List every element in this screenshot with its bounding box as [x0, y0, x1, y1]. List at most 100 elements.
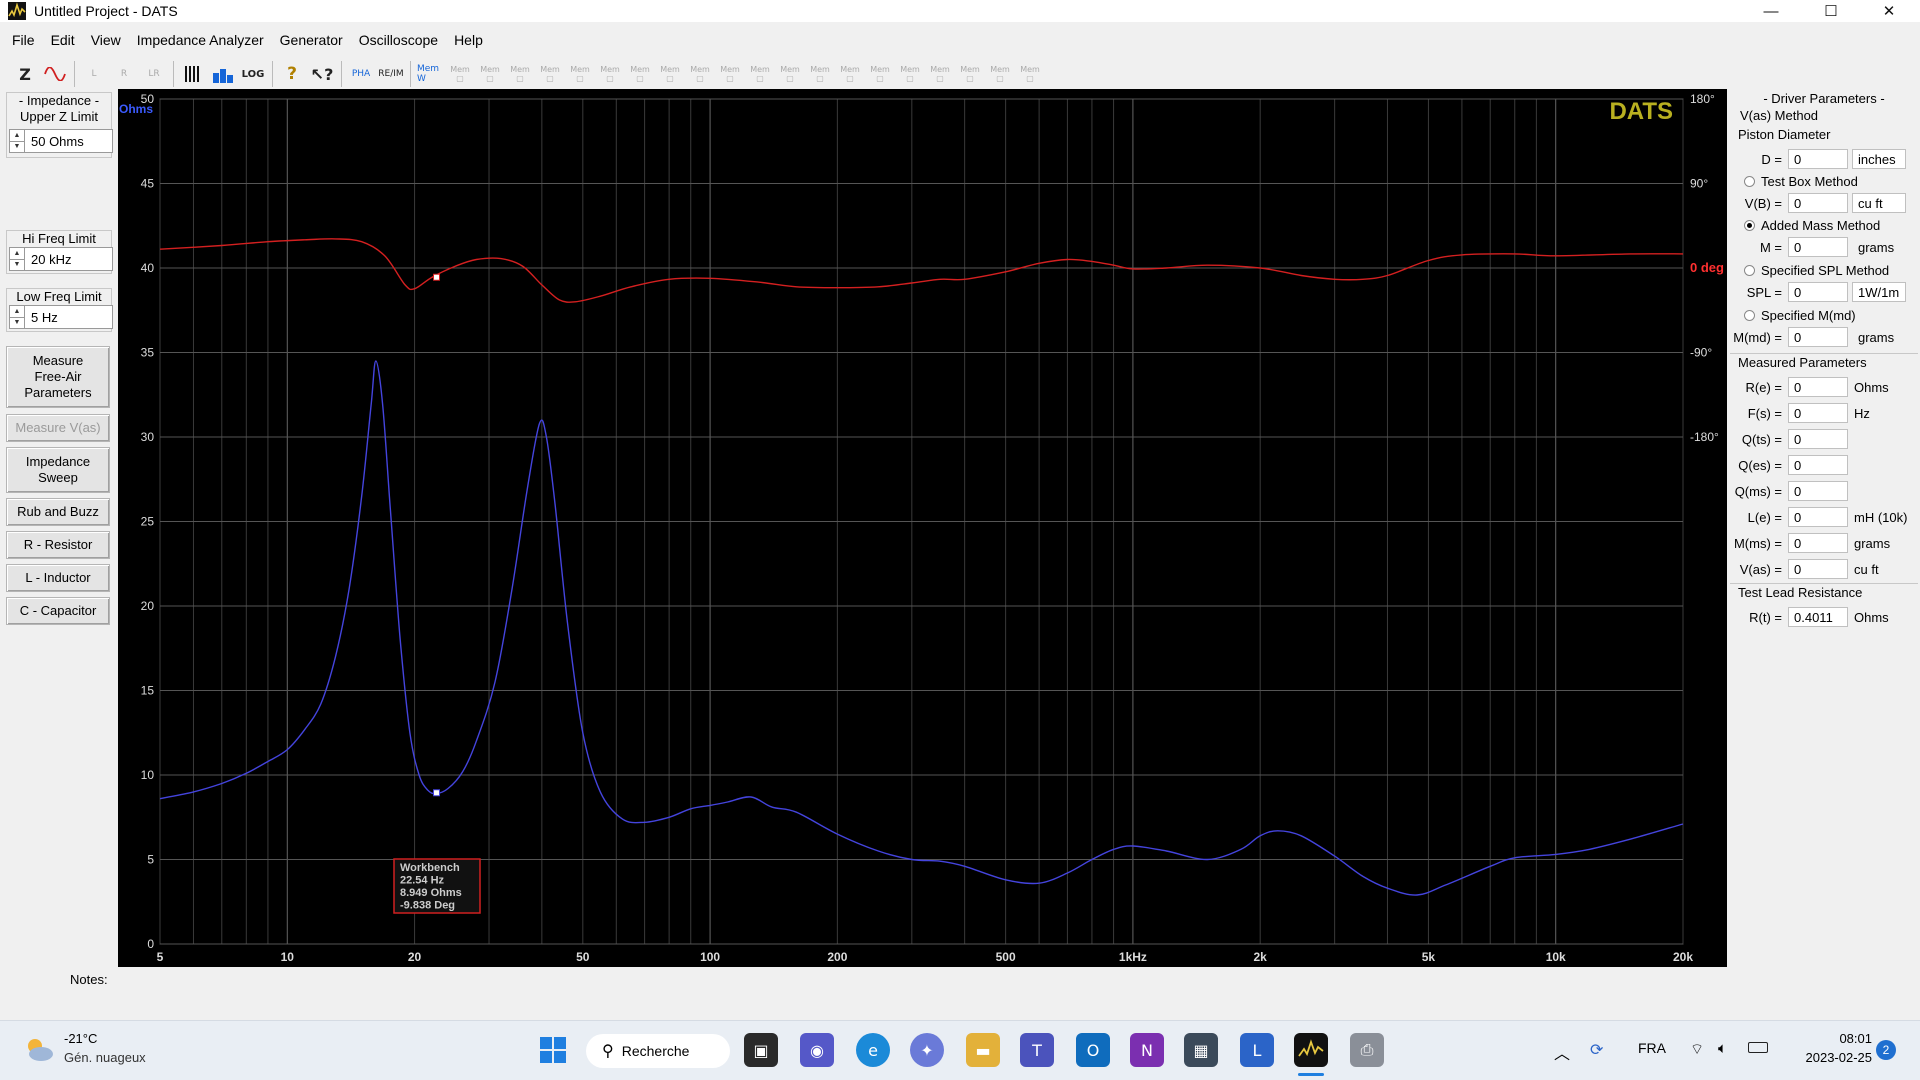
memory-slot-button[interactable]: Mem ▢	[627, 61, 653, 87]
dats-taskbar-icon[interactable]	[1294, 1033, 1328, 1067]
weather-temp[interactable]: -21°C	[64, 1031, 97, 1046]
menu-view[interactable]: View	[83, 32, 129, 48]
close-button[interactable]: ✕	[1860, 0, 1918, 22]
added-mass-radio[interactable]	[1744, 219, 1755, 231]
dats-launcher-icon[interactable]: L	[1240, 1033, 1274, 1067]
measured-param-field[interactable]: 0	[1788, 403, 1848, 423]
grid-lines-icon[interactable]	[180, 61, 206, 87]
windows-start-icon[interactable]	[536, 1033, 570, 1067]
hi-freq-limit-value[interactable]: 20 kHz	[25, 247, 113, 271]
menu-file[interactable]: File	[0, 32, 43, 48]
help-icon[interactable]: ?	[279, 61, 305, 87]
measured-param-field[interactable]: 0	[1788, 455, 1848, 475]
input-language[interactable]: FRA	[1638, 1040, 1666, 1056]
sine-wave-icon[interactable]	[42, 61, 68, 87]
upper-z-limit-value[interactable]: 50 Ohms	[25, 129, 113, 153]
menu-oscilloscope[interactable]: Oscilloscope	[351, 32, 446, 48]
maximize-button[interactable]: ☐	[1802, 0, 1860, 22]
outlook-icon[interactable]: O	[1076, 1033, 1110, 1067]
volume-icon[interactable]: 🔈︎	[1718, 1040, 1727, 1057]
memory-slot-button[interactable]: Mem ▢	[657, 61, 683, 87]
memory-slot-button[interactable]: Mem ▢	[987, 61, 1013, 87]
wifi-icon[interactable]: ⌔	[1690, 1040, 1704, 1059]
minimize-button[interactable]: —	[1742, 0, 1800, 22]
spl-field[interactable]: 0	[1788, 282, 1848, 302]
measured-param-field[interactable]: 0	[1788, 429, 1848, 449]
c-capacitor-button[interactable]: C - Capacitor	[6, 597, 110, 625]
measured-param-field[interactable]: 0	[1788, 533, 1848, 553]
edge-browser-icon[interactable]: e	[856, 1033, 890, 1067]
rt-field[interactable]: 0.4011	[1788, 607, 1848, 627]
memory-slot-button[interactable]: Mem ▢	[1017, 61, 1043, 87]
notification-badge[interactable]: 2	[1876, 1040, 1896, 1060]
impedance-chart[interactable]: 0 5 10 15 20 25 30 35 40 45 50 Ohms 180° 90° 0 deg -90°…	[118, 89, 1727, 967]
menu-edit[interactable]: Edit	[43, 32, 83, 48]
taskbar-search-box[interactable]: ⚲ Recherche	[586, 1034, 730, 1068]
measured-param-field[interactable]: 0	[1788, 481, 1848, 501]
phase-button[interactable]: PHA	[348, 61, 374, 87]
teams-icon[interactable]: T	[1020, 1033, 1054, 1067]
low-freq-limit-spinner[interactable]: ▲ ▼ 5 Hz	[9, 305, 113, 329]
context-help-icon[interactable]: ↖?	[309, 61, 335, 87]
spin-down-icon[interactable]: ▼	[10, 316, 24, 329]
memory-slot-button[interactable]: Mem ▢	[567, 61, 593, 87]
memory-slot-button[interactable]: Mem ▢	[687, 61, 713, 87]
impedance-sweep-button[interactable]: Impedance Sweep	[6, 447, 110, 493]
memory-slot-button[interactable]: Mem ▢	[927, 61, 953, 87]
menu-help[interactable]: Help	[446, 32, 491, 48]
real-imaginary-icon[interactable]: RE/IM	[378, 61, 404, 87]
spin-down-icon[interactable]: ▼	[10, 140, 24, 153]
test-box-row[interactable]: Test Box Method	[1744, 171, 1858, 191]
right-channel-icon[interactable]: R	[111, 61, 137, 87]
calculator-icon[interactable]: ▦	[1184, 1033, 1218, 1067]
measure-vas-button[interactable]: Measure V(as)	[6, 414, 110, 442]
onenote-icon[interactable]: N	[1130, 1033, 1164, 1067]
printer-icon[interactable]: ⎙	[1350, 1033, 1384, 1067]
m-field[interactable]: 0	[1788, 237, 1848, 257]
specified-mmd-row[interactable]: Specified M(md)	[1744, 305, 1856, 325]
memory-slot-button[interactable]: Mem ▢	[447, 61, 473, 87]
memory-write-button[interactable]: Mem W	[417, 61, 443, 87]
clock-time[interactable]: 08:01	[1792, 1031, 1872, 1046]
spin-up-icon[interactable]: ▲	[10, 248, 24, 259]
memory-slot-button[interactable]: Mem ▢	[867, 61, 893, 87]
measured-param-field[interactable]: 0	[1788, 507, 1848, 527]
left-channel-icon[interactable]: L	[81, 61, 107, 87]
chat-icon[interactable]: ◉	[800, 1033, 834, 1067]
log-scale-button[interactable]: LOG	[240, 61, 266, 87]
weather-desc[interactable]: Gén. nuageux	[64, 1050, 146, 1065]
memory-slot-button[interactable]: Mem ▢	[537, 61, 563, 87]
spin-down-icon[interactable]: ▼	[10, 258, 24, 271]
left-right-channel-icon[interactable]: LR	[141, 61, 167, 87]
memory-slot-button[interactable]: Mem ▢	[747, 61, 773, 87]
specified-mmd-radio[interactable]	[1744, 309, 1755, 321]
specified-spl-row[interactable]: Specified SPL Method	[1744, 260, 1889, 280]
added-mass-row[interactable]: Added Mass Method	[1744, 215, 1880, 235]
memory-slot-button[interactable]: Mem ▢	[477, 61, 503, 87]
measured-param-field[interactable]: 0	[1788, 377, 1848, 397]
impedance-z-button[interactable]: Z	[12, 61, 38, 87]
measured-param-field[interactable]: 0	[1788, 559, 1848, 579]
measure-free-air-button[interactable]: Measure Free-Air Parameters	[6, 346, 110, 408]
vb-field[interactable]: 0	[1788, 193, 1848, 213]
menu-generator[interactable]: Generator	[272, 32, 351, 48]
specified-spl-radio[interactable]	[1744, 264, 1755, 276]
upper-z-limit-spinner[interactable]: ▲ ▼ 50 Ohms	[9, 129, 113, 153]
hi-freq-limit-spinner[interactable]: ▲ ▼ 20 kHz	[9, 247, 113, 271]
test-box-radio[interactable]	[1744, 175, 1755, 187]
spin-up-icon[interactable]: ▲	[10, 306, 24, 317]
battery-icon[interactable]	[1748, 1042, 1768, 1053]
memory-slot-button[interactable]: Mem ▢	[897, 61, 923, 87]
spin-up-icon[interactable]: ▲	[10, 130, 24, 141]
d-field[interactable]: 0	[1788, 149, 1848, 169]
memory-slot-button[interactable]: Mem ▢	[777, 61, 803, 87]
memory-slot-button[interactable]: Mem ▢	[717, 61, 743, 87]
l-inductor-button[interactable]: L - Inductor	[6, 564, 110, 592]
memory-slot-button[interactable]: Mem ▢	[837, 61, 863, 87]
copilot-icon[interactable]: ✦	[910, 1033, 944, 1067]
sync-icon[interactable]: ⟳	[1590, 1040, 1603, 1060]
task-view-icon[interactable]: ▣	[744, 1033, 778, 1067]
bar-graph-icon[interactable]	[210, 61, 236, 87]
memory-slot-button[interactable]: Mem ▢	[507, 61, 533, 87]
memory-slot-button[interactable]: Mem ▢	[597, 61, 623, 87]
